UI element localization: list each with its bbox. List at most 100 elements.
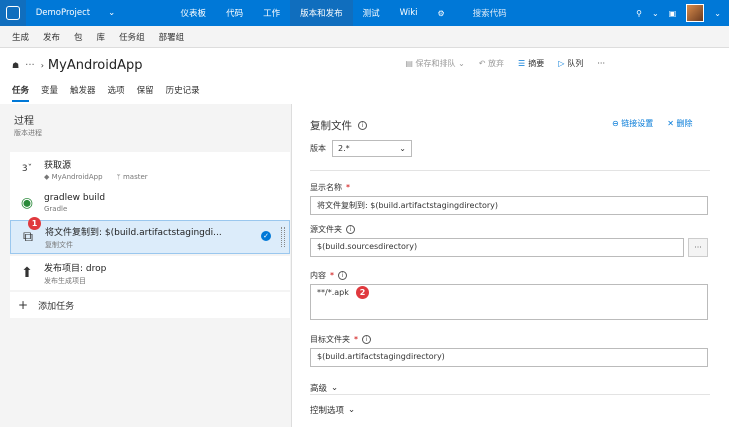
chevron-down-icon: ⌄: [108, 8, 116, 18]
target-folder-label-text: 目标文件夹: [310, 335, 350, 344]
version-label: 版本: [310, 144, 326, 153]
tab-options[interactable]: 选项: [108, 84, 125, 102]
subnav-deployment-groups[interactable]: 部署组: [159, 31, 185, 43]
save-icon: ▤: [405, 59, 416, 68]
more-actions-icon[interactable]: ···: [597, 59, 605, 68]
control-options-label: 控制选项: [310, 406, 345, 416]
tab-history[interactable]: 历史记录: [166, 84, 200, 102]
queue-button[interactable]: ▷ 队列: [558, 58, 583, 69]
task-name: 获取源: [44, 160, 72, 171]
info-icon[interactable]: i: [362, 335, 371, 344]
chevron-down-icon[interactable]: ⌄: [714, 9, 721, 18]
required-marker: *: [330, 271, 334, 280]
queue-label: 队列: [567, 59, 584, 68]
nav-work[interactable]: 工作: [253, 0, 290, 26]
play-icon: ▷: [558, 59, 565, 68]
project-name: DemoProject: [35, 8, 91, 18]
save-queue-label: 保存和排队: [415, 59, 456, 68]
upload-icon: ⬆: [21, 265, 33, 281]
drag-handle-icon[interactable]: [281, 227, 285, 247]
target-folder-input[interactable]: $(build.artifactstagingdirectory): [310, 348, 708, 367]
process-header[interactable]: 过程 版本进程: [14, 112, 42, 138]
summary-label: 摘要: [528, 59, 545, 68]
chevron-down-icon: ⌄: [399, 144, 406, 153]
tab-triggers[interactable]: 触发器: [70, 84, 96, 102]
sub-nav: 生成 发布 包 库 任务组 部署组: [0, 26, 729, 48]
undo-icon: ↶: [478, 59, 489, 68]
task-copy-files[interactable]: ⧉ 将文件复制到: $(build.artifactstagingdi... 复…: [10, 220, 290, 254]
remove-button[interactable]: ✕ 删除: [667, 118, 692, 129]
task-gradle[interactable]: ◉ gradlew build Gradle: [10, 186, 290, 220]
chevron-down-icon[interactable]: ⌄: [652, 9, 659, 18]
subnav-builds[interactable]: 生成: [12, 31, 29, 43]
gear-icon[interactable]: ⚙: [428, 0, 455, 26]
marketplace-icon[interactable]: ▣: [669, 9, 677, 18]
search-icon[interactable]: ⚲: [636, 9, 642, 18]
info-icon[interactable]: i: [358, 121, 367, 130]
plus-icon: +: [18, 298, 29, 312]
save-queue-button[interactable]: ▤ 保存和排队 ⌄: [405, 58, 464, 69]
close-icon: ✕: [667, 119, 677, 128]
task-name: 发布项目: drop: [44, 263, 107, 274]
subnav-task-groups[interactable]: 任务组: [119, 31, 145, 43]
contents-textarea[interactable]: **/*.apk: [310, 284, 708, 320]
task-name: gradlew build: [44, 193, 106, 203]
link-settings-label: 链接设置: [621, 119, 654, 128]
source-folder-input[interactable]: $(build.sourcesdirectory): [310, 238, 684, 257]
summary-button[interactable]: ☰ 摘要: [518, 58, 544, 69]
project-selector[interactable]: DemoProject ⌄: [26, 0, 171, 26]
toolbar: ▤ 保存和排队 ⌄ ↶ 放弃 ☰ 摘要 ▷ 队列 ···: [405, 58, 605, 69]
source-folder-label: 源文件夹 i: [310, 224, 355, 235]
subnav-library[interactable]: 库: [97, 31, 106, 43]
divider: [310, 394, 710, 395]
link-settings-button[interactable]: ⊖ 链接设置: [612, 118, 653, 129]
top-right-tools: ⚲ ⌄ ▣ ⌄: [636, 4, 729, 22]
annotation-badge-2: 2: [356, 286, 369, 299]
nav-wiki[interactable]: Wiki: [390, 0, 428, 26]
vsts-logo-icon[interactable]: [0, 0, 26, 26]
control-options-section[interactable]: 控制选项 ⌄: [310, 404, 355, 416]
search-input[interactable]: 搜索代码: [463, 4, 637, 22]
contents-label: 内容 * i: [310, 270, 347, 281]
version-select[interactable]: 2.* ⌄: [332, 140, 412, 157]
nav-test[interactable]: 测试: [353, 0, 390, 26]
display-name-input[interactable]: 将文件复制到: $(build.artifactstagingdirectory…: [310, 196, 708, 215]
display-name-label-text: 显示名称: [310, 183, 342, 192]
process-subtitle: 版本进程: [14, 129, 42, 137]
tab-retention[interactable]: 保留: [137, 84, 154, 102]
task-detail-pane: 复制文件 i ⊖ 链接设置 ✕ 删除 版本 2.* ⌄ 显示名称 * 将文件复制到…: [300, 104, 729, 427]
nav-dashboard[interactable]: 仪表板: [171, 0, 217, 26]
discard-button[interactable]: ↶ 放弃: [479, 58, 504, 69]
browse-button[interactable]: ···: [688, 238, 708, 257]
nav-build-release[interactable]: 版本和发布: [290, 0, 353, 26]
definition-header: ☗ ··· › MyAndroidApp: [0, 48, 729, 82]
avatar[interactable]: [686, 4, 705, 22]
task-get-sources[interactable]: 3ˇ 获取源 ◆ MyAndroidApp ᛘ master: [10, 152, 290, 186]
top-bar: DemoProject ⌄ 仪表板 代码 工作 版本和发布 测试 Wiki ⚙ …: [0, 0, 729, 26]
breadcrumb-more-icon[interactable]: ···: [25, 60, 35, 71]
tab-variables[interactable]: 变量: [41, 84, 58, 102]
add-task-button[interactable]: + 添加任务: [10, 292, 290, 318]
task-publish-artifact[interactable]: ⬆ 发布项目: drop 发布生成项目: [10, 256, 290, 290]
annotation-badge-1: 1: [28, 217, 41, 230]
task-subtitle: Gradle: [44, 205, 68, 213]
info-icon[interactable]: i: [338, 271, 347, 280]
chevron-right-icon: ›: [40, 60, 44, 70]
page-title: MyAndroidApp: [47, 57, 143, 73]
top-nav: 仪表板 代码 工作 版本和发布 测试 Wiki: [171, 0, 428, 26]
link-icon: ⊖: [612, 119, 622, 128]
contents-label-text: 内容: [310, 271, 326, 280]
definition-tabs: 任务 变量 触发器 选项 保留 历史记录: [12, 84, 200, 102]
branch-name: master: [122, 172, 148, 181]
subnav-releases[interactable]: 发布: [43, 31, 60, 43]
nav-code[interactable]: 代码: [216, 0, 253, 26]
copy-files-icon: ⧉: [23, 229, 33, 245]
process-title: 过程: [14, 116, 34, 127]
tab-tasks[interactable]: 任务: [12, 84, 30, 102]
advanced-section[interactable]: 高级 ⌄: [310, 382, 338, 394]
detail-title: 复制文件 i: [310, 118, 367, 133]
subnav-packages[interactable]: 包: [74, 31, 83, 43]
build-definition-icon: ☗: [12, 60, 20, 70]
discard-label: 放弃: [488, 59, 505, 68]
info-icon[interactable]: i: [346, 225, 355, 234]
